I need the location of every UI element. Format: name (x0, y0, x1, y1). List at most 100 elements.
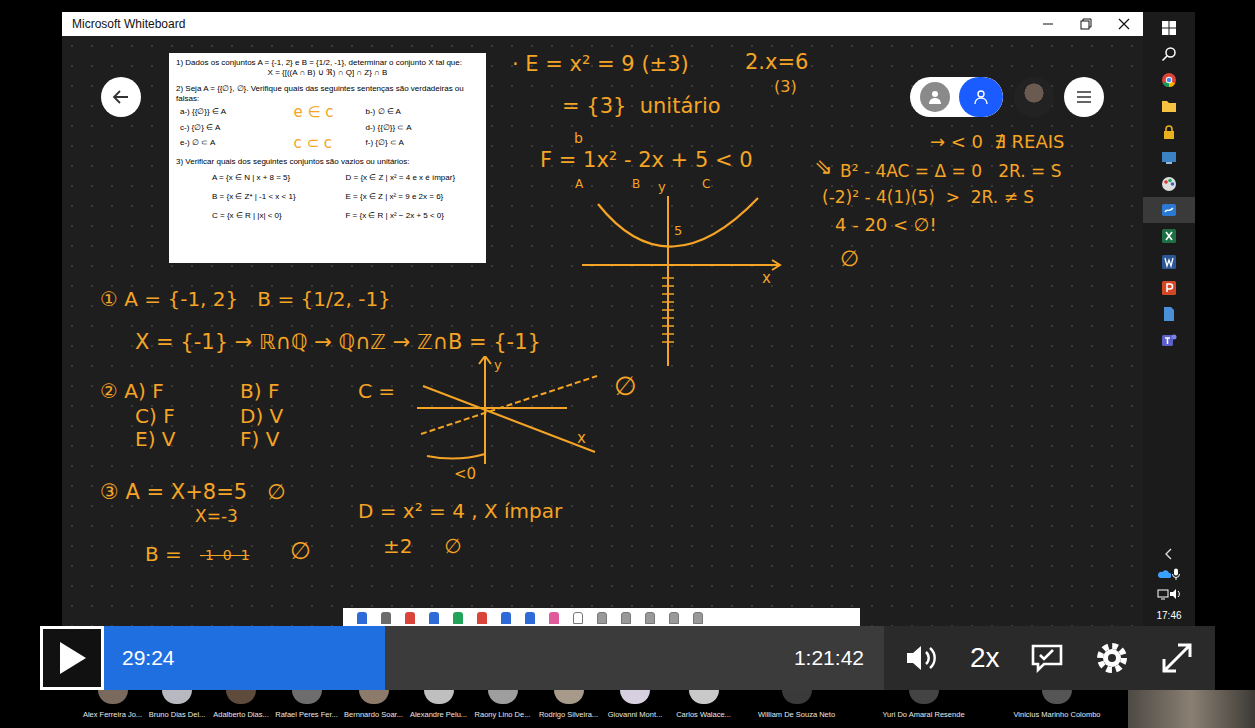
participant-photo (162, 690, 192, 704)
word-icon (1161, 254, 1177, 270)
spacer (176, 78, 479, 84)
participant-photo (620, 690, 650, 704)
participant-photo (98, 690, 128, 704)
handwritten-note: X=-3 (195, 507, 238, 527)
collaboration-toggle[interactable] (910, 77, 1003, 117)
restore-button[interactable] (1067, 12, 1105, 36)
webcam-thumbnail (1128, 690, 1255, 728)
taskbar-app[interactable] (1143, 171, 1195, 197)
pen-tool[interactable] (501, 612, 511, 624)
handwritten-annotation: e ∈ c (294, 104, 366, 121)
file-icon (1161, 306, 1177, 322)
private-mode[interactable] (910, 82, 959, 112)
fullscreen-button[interactable] (1160, 641, 1194, 675)
participant[interactable]: Rodrigo Silveira... (535, 690, 602, 728)
handwritten-note: D) V (240, 405, 283, 428)
participant[interactable]: William De Souza Neto (739, 690, 854, 728)
pen-tool[interactable] (453, 612, 463, 624)
gear-icon (1095, 641, 1129, 675)
participant-photo (554, 690, 584, 704)
participant[interactable]: Giovanni Mont... (602, 690, 668, 728)
handwritten-note: ∅ (840, 246, 859, 271)
back-button[interactable] (101, 77, 141, 117)
tool-button[interactable] (645, 612, 655, 624)
pen-tool[interactable] (549, 612, 559, 624)
participant-name: Raony Lino De... (475, 710, 531, 719)
settings-button[interactable] (1095, 641, 1129, 675)
tool-button[interactable] (693, 612, 703, 624)
participant[interactable]: Bruno Dias Del... (145, 690, 209, 728)
handwritten-note: ② A) F (100, 380, 164, 403)
pen-tool[interactable] (381, 612, 391, 624)
lock-icon (1161, 124, 1177, 140)
volume-button[interactable] (905, 643, 939, 673)
person-icon (973, 89, 989, 105)
set-item: D = {x ∈ Z | x² = 4 e x é ímpar} (346, 173, 480, 183)
paint-icon (1161, 176, 1177, 192)
handwritten-note: x (577, 430, 586, 447)
whiteboard-canvas[interactable]: 1) Dados os conjuntos A = {-1, 2} e B = … (62, 36, 1143, 626)
taskbar-app[interactable] (1143, 249, 1195, 275)
taskbar-app[interactable] (1143, 41, 1195, 67)
taskbar-app[interactable] (1143, 67, 1195, 93)
microphone-icon (1171, 568, 1181, 580)
tool-button[interactable] (597, 612, 607, 624)
onedrive-icon (1157, 569, 1171, 579)
pen-tool[interactable] (405, 612, 415, 624)
participant[interactable]: Alex Ferreira Jo... (80, 690, 145, 728)
pen-tool[interactable] (429, 612, 439, 624)
set-list: A = {x ∈ N | x + 8 = 5}D = {x ∈ Z | x² =… (176, 173, 479, 221)
participant-photo (689, 690, 719, 704)
taskbar-app[interactable] (1143, 223, 1195, 249)
participant-name: Vinicius Marinho Colombo (1014, 710, 1101, 719)
pen-tool[interactable] (477, 612, 487, 624)
taskbar-app[interactable] (1143, 93, 1195, 119)
captions-button[interactable] (1030, 643, 1064, 673)
user-avatar[interactable] (1014, 77, 1054, 117)
device-icon (1161, 150, 1177, 166)
participant[interactable]: Rafael Peres Fer... (273, 690, 340, 728)
tool-button[interactable] (669, 612, 679, 624)
taskbar-app[interactable] (1143, 145, 1195, 171)
handwritten-note: ∅ (614, 372, 637, 402)
menu-button[interactable] (1064, 77, 1104, 117)
playback-speed-button[interactable]: 2x (970, 637, 1000, 679)
window-title: Microsoft Whiteboard (72, 15, 1029, 33)
close-button[interactable] (1105, 12, 1143, 36)
set-item: C = {x ∈ R | |x| < 0} (212, 211, 346, 221)
participant[interactable]: Raony Lino De... (470, 690, 535, 728)
seek-bar[interactable]: 29:241:21:42 (104, 626, 884, 690)
show-hidden-icons[interactable] (1143, 544, 1195, 564)
participant[interactable]: Bernnardo Soar... (340, 690, 407, 728)
shared-mode[interactable] (959, 77, 1003, 117)
play-icon (57, 641, 87, 675)
handwritten-note: = {3} unitário (562, 94, 721, 118)
sentence-item: b-) ∅ ∈ A (366, 107, 480, 117)
taskbar-app[interactable] (1143, 275, 1195, 301)
taskbar-app[interactable] (1143, 197, 1195, 223)
pen-tool[interactable] (525, 612, 535, 624)
play-button[interactable] (40, 626, 104, 690)
tool-button[interactable] (621, 612, 631, 624)
top-edge (0, 0, 1255, 12)
participant[interactable]: Adalberto Dias... (209, 690, 273, 728)
participant-photo (424, 690, 454, 704)
participant[interactable]: Carlos Walace... (668, 690, 739, 728)
tray-icons[interactable] (1143, 564, 1195, 584)
tool-button[interactable] (573, 612, 583, 624)
taskbar-app[interactable] (1143, 301, 1195, 327)
participant[interactable]: Yuri Do Amaral Resende (854, 690, 993, 728)
taskbar-app[interactable] (1143, 15, 1195, 41)
tray-icons[interactable] (1143, 584, 1195, 604)
participant[interactable]: Alexandre Pelu... (407, 690, 470, 728)
sentence-item: e-) ∅ ⊂ A (180, 138, 294, 148)
sentence-list: a-) {{∅}} ∈ Ae ∈ cb-) ∅ ∈ Ac-) {∅} ∈ Ad-… (176, 104, 479, 151)
taskbar-app[interactable] (1143, 119, 1195, 145)
handwritten-note: (-2)² - 4(1)(5) > 2R. ≠ S (822, 188, 1034, 208)
participant[interactable]: Vinicius Marinho Colombo (993, 690, 1121, 728)
pen-tool[interactable] (357, 612, 367, 624)
taskbar-app[interactable] (1143, 327, 1195, 353)
minimize-button[interactable] (1029, 12, 1067, 36)
excel-icon (1161, 228, 1177, 244)
handwritten-note: x (762, 270, 771, 287)
